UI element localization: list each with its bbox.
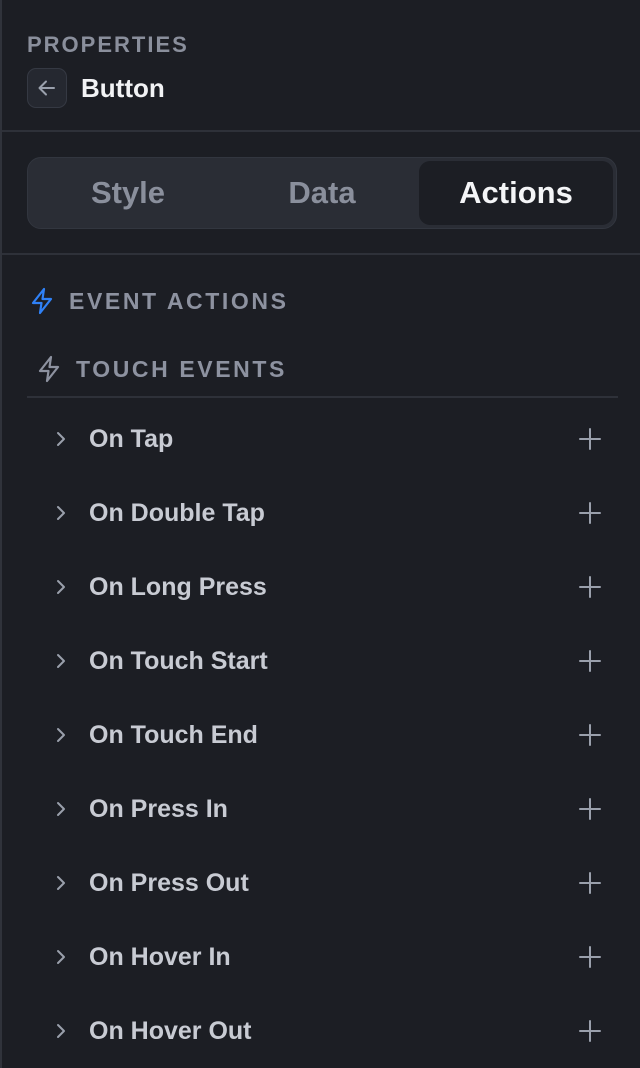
tab-data[interactable]: Data [225, 161, 419, 225]
event-row-on-double-tap[interactable]: On Double Tap [27, 476, 618, 550]
event-label: On Press Out [89, 869, 249, 897]
arrow-left-icon [38, 80, 55, 96]
event-label: On Tap [89, 425, 174, 453]
chevron-right-icon [57, 728, 65, 742]
event-row-on-hover-in[interactable]: On Hover In [27, 920, 618, 994]
event-row-on-tap[interactable]: On Tap [27, 402, 618, 476]
panel-header: PROPERTIES Button [2, 0, 640, 132]
tab-style[interactable]: Style [31, 161, 225, 225]
plus-icon[interactable] [578, 945, 602, 969]
event-label: On Touch Start [89, 647, 268, 675]
plus-icon[interactable] [578, 501, 602, 525]
group-touch-events[interactable]: TOUCH EVENTS [36, 352, 287, 386]
plus-icon[interactable] [578, 427, 602, 451]
event-row-on-press-out[interactable]: On Press Out [27, 846, 618, 920]
properties-panel: PROPERTIES Button Style Data Actions EVE… [0, 0, 640, 1068]
lightning-icon [38, 355, 60, 383]
plus-icon[interactable] [578, 649, 602, 673]
chevron-right-icon [57, 802, 65, 816]
event-label: On Press In [89, 795, 228, 823]
event-row-on-press-in[interactable]: On Press In [27, 772, 618, 846]
event-row-on-touch-start[interactable]: On Touch Start [27, 624, 618, 698]
plus-icon[interactable] [578, 723, 602, 747]
chevron-right-icon [57, 432, 65, 446]
chevron-right-icon [57, 580, 65, 594]
segmented-tabs: Style Data Actions [27, 157, 617, 229]
plus-icon[interactable] [578, 871, 602, 895]
chevron-right-icon [57, 654, 65, 668]
chevron-right-icon [57, 876, 65, 890]
tab-actions[interactable]: Actions [419, 161, 613, 225]
panel-overline: PROPERTIES [27, 32, 189, 57]
section-event-actions: EVENT ACTIONS [29, 284, 289, 318]
lightning-icon [31, 287, 53, 315]
plus-icon[interactable] [578, 797, 602, 821]
event-row-on-long-press[interactable]: On Long Press [27, 550, 618, 624]
event-label: On Hover In [89, 943, 231, 971]
tabs-container: Style Data Actions [2, 132, 640, 255]
section-title: EVENT ACTIONS [69, 287, 289, 314]
event-row-on-hover-out[interactable]: On Hover Out [27, 994, 618, 1068]
divider [27, 396, 618, 398]
event-label: On Double Tap [89, 499, 265, 527]
group-title: TOUCH EVENTS [76, 355, 287, 382]
event-label: On Hover Out [89, 1017, 252, 1045]
chevron-right-icon [57, 1024, 65, 1038]
plus-icon[interactable] [578, 575, 602, 599]
chevron-right-icon [57, 950, 65, 964]
back-button[interactable] [27, 68, 67, 108]
plus-icon[interactable] [578, 1019, 602, 1043]
event-label: On Long Press [89, 573, 267, 601]
event-list: On Tap On Double Tap On Long Press On To… [27, 402, 618, 1068]
chevron-right-icon [57, 506, 65, 520]
event-label: On Touch End [89, 721, 258, 749]
page-title: Button [81, 73, 165, 103]
event-row-on-touch-end[interactable]: On Touch End [27, 698, 618, 772]
